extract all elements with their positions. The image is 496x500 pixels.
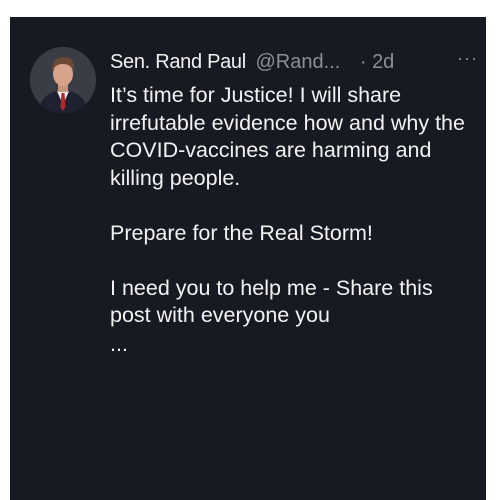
author-handle[interactable]: @Rand... <box>255 51 340 73</box>
tweet-paragraph: It’s time for Justice! I will share irre… <box>110 83 465 190</box>
tweet-paragraph: I need you to help me - Share this post … <box>110 275 433 328</box>
tweet-paragraph: Prepare for the Real Storm! <box>110 220 373 245</box>
tweet-text: It’s time for Justice! I will share irre… <box>110 82 470 356</box>
tweet-header: Sen. Rand Paul @Rand... · 2d ··· <box>110 48 480 75</box>
tweet-card[interactable]: Sen. Rand Paul @Rand... · 2d ··· It’s ti… <box>10 17 486 500</box>
show-more-ellipsis[interactable]: ... <box>110 332 470 356</box>
avatar[interactable] <box>30 47 96 113</box>
more-options-icon[interactable]: ··· <box>457 45 478 71</box>
timestamp[interactable]: 2d <box>372 51 394 73</box>
separator-dot: · <box>359 51 367 73</box>
avatar-image <box>30 47 96 113</box>
author-name[interactable]: Sen. Rand Paul <box>110 51 246 73</box>
